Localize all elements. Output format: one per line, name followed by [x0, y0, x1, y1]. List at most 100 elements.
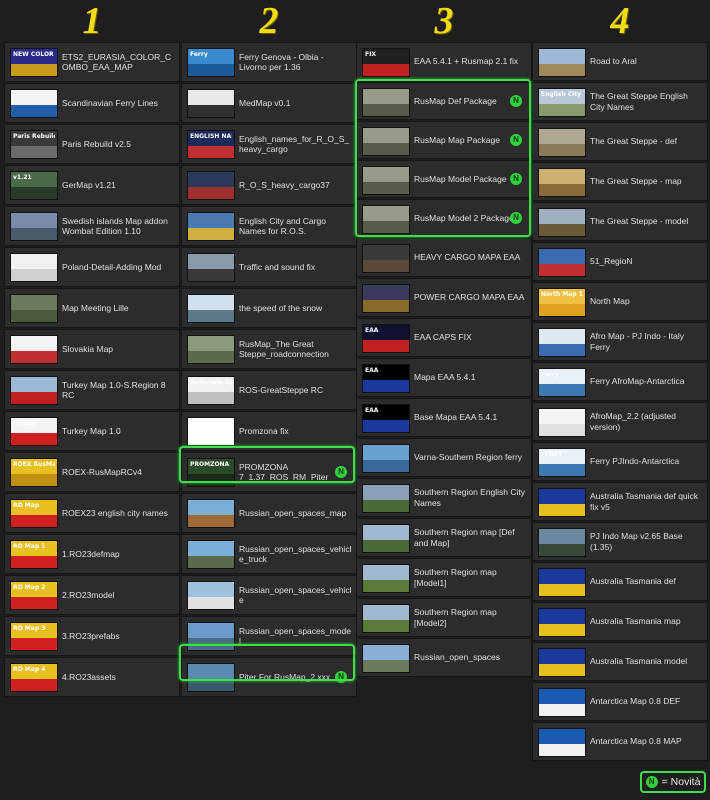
mod-list-item[interactable]: Varna-Southern Region ferry — [356, 438, 532, 477]
mod-list-item[interactable]: Antarctica Map 0.8 DEF — [532, 682, 708, 721]
mod-list-item[interactable]: Nationale Ogoore Steppe ROS-GreatSteppe R… — [181, 370, 357, 410]
mod-thumbnail-image — [538, 648, 586, 677]
mod-list-item[interactable]: Southern Region map [Model1] — [356, 558, 532, 597]
new-badge-icon: N — [510, 95, 522, 107]
mod-list-item[interactable]: R_O_S_heavy_cargo37 — [181, 165, 357, 205]
mod-list-item[interactable]: Map Meeting Lille — [4, 288, 180, 328]
mod-thumbnail-image — [362, 604, 410, 633]
mod-list-item[interactable]: English City Names The Great Steppe Engli… — [532, 82, 708, 121]
mod-list-item[interactable]: Antarctica Map 0.8 MAP — [532, 722, 708, 761]
mod-list-item[interactable]: Australia Tasmania def — [532, 562, 708, 601]
mod-list-item[interactable]: Australia Tasmania def quick fix v5 — [532, 482, 708, 521]
mod-list-item[interactable]: The Great Steppe - def — [532, 122, 708, 161]
mod-list-item[interactable]: Russian_open_spaces_vehicle_truck — [181, 534, 357, 574]
mod-list-item[interactable]: The Great Steppe - model — [532, 202, 708, 241]
mod-list-item[interactable]: the speed of the snow — [181, 288, 357, 328]
mod-list-item[interactable]: North Map 1.7 North Map — [532, 282, 708, 321]
mod-list-item[interactable]: Southern Region map [Model2] — [356, 598, 532, 637]
mod-name: Russian_open_spaces_vehicle — [239, 584, 352, 606]
mod-list-item[interactable]: PJ Indo Map v2.65 Base (1.35) — [532, 522, 708, 561]
mod-thumbnail-image — [10, 212, 58, 241]
new-badge-icon: N — [335, 671, 347, 683]
mod-list-item[interactable]: Australia Tasmania map — [532, 602, 708, 641]
mod-list-item[interactable]: Russian_open_spaces — [356, 638, 532, 677]
mod-list-item[interactable]: RusMap Model 2 Package N — [356, 199, 532, 237]
mod-list-item[interactable]: Southern Region English City Names — [356, 478, 532, 517]
mod-list-item[interactable]: POWER CARGO MAPA EAA — [356, 278, 532, 317]
mod-thumbnail-image — [362, 444, 410, 473]
mod-name: AfroMap_2.2 (adjusted version) — [590, 411, 676, 432]
mod-name: GerMap v1.21 — [62, 179, 116, 190]
mod-list-item[interactable]: Paris Rebuild v2.5 Paris Rebuild v2.5 — [4, 124, 180, 164]
mod-list-item[interactable]: RusMap Map Package N — [356, 121, 532, 159]
mod-thumbnail-image — [187, 253, 235, 282]
mod-list-item[interactable]: Russian_open_spaces_vehicle — [181, 575, 357, 615]
mod-name: Australia Tasmania def — [590, 576, 676, 587]
mod-list-item[interactable]: Slovakia Map — [4, 329, 180, 369]
mod-list-item[interactable]: Southern Region map [Def and Map] — [356, 518, 532, 557]
mod-list-item[interactable]: Ferry Ferry AfroMap-Antarctica — [532, 362, 708, 401]
mod-list-item[interactable]: EAA Base Mapa EAA 5.4.1 — [356, 398, 532, 437]
thumbnail-caption: North Map 1.7 — [541, 291, 583, 298]
mod-name: Swedish islands Map addon Wombat Edition… — [62, 215, 168, 237]
mod-list-item[interactable]: v1.21 GerMap v1.21 — [4, 165, 180, 205]
mod-list-item[interactable]: The Great Steppe - map — [532, 162, 708, 201]
mod-thumbnail-image — [538, 528, 586, 557]
mod-thumbnail-image: Turkey — [10, 417, 58, 446]
mod-list-item[interactable]: 51_RegioN — [532, 242, 708, 281]
mod-name: English City and Cargo Names for R.O.S. — [239, 215, 326, 237]
mod-list-item[interactable]: FIX EAA 5.4.1 + Rusmap 2.1 fix — [356, 42, 532, 81]
mod-list-item[interactable]: NEW COLOR ETS2_EURASIA_COLOR_COMBO_EAA_MA… — [4, 42, 180, 82]
column-number-3: 3 — [434, 0, 454, 42]
mod-list-item[interactable]: RO Map 4 4.RO23assets — [4, 657, 180, 697]
mod-list-item[interactable]: English City and Cargo Names for R.O.S. — [181, 206, 357, 246]
mod-list-item[interactable]: Turkey Turkey Map 1.0 — [4, 411, 180, 451]
mod-thumbnail-image: PROMZONA — [187, 458, 235, 487]
mod-list-item[interactable]: MedMap v0.1 — [181, 83, 357, 123]
mod-name: Ferry PJIndo-Antarctica — [590, 456, 680, 467]
mod-list-item[interactable]: Russian_open_spaces_map — [181, 493, 357, 533]
mod-thumbnail-image — [362, 166, 410, 195]
mod-list-item[interactable]: RO Map ROEX23 english city names — [4, 493, 180, 533]
mod-list-item[interactable]: Poland-Detail-Adding Mod — [4, 247, 180, 287]
mod-list-item[interactable]: Australia Tasmania model — [532, 642, 708, 681]
thumbnail-caption: ROEX RusMap — [13, 461, 55, 468]
thumbnail-caption: EAA — [365, 327, 379, 334]
mod-list-item[interactable]: HEAVY CARGO MAPA EAA — [356, 238, 532, 277]
mod-name: RusMap_The Great Steppe_roadconnection — [239, 338, 329, 360]
mod-list-item[interactable]: Russian_open_spaces_model — [181, 616, 357, 656]
mod-list-item[interactable]: Traffic and sound fix — [181, 247, 357, 287]
mod-list-item[interactable]: ENGLISH NAMES English_names_for_R_O_S_hea… — [181, 124, 357, 164]
mod-list-item[interactable]: Piter For RusMap_2.xxx N — [181, 657, 357, 697]
mod-list-item[interactable]: EAA Mapa EAA 5.4.1 — [356, 358, 532, 397]
mod-thumbnail-image — [362, 127, 410, 156]
mod-list-item[interactable]: RO Map 3 3.RO23prefabs — [4, 616, 180, 656]
mod-thumbnail-image: English City Names — [538, 88, 586, 117]
mod-name: 1.RO23defmap — [62, 548, 120, 559]
mod-list-item[interactable]: Turkey Map 1.0-S.Region 8 RC — [4, 370, 180, 410]
mod-list-item[interactable]: Road to Aral — [532, 42, 708, 81]
mod-list-item[interactable]: FERRY Ferry PJIndo-Antarctica — [532, 442, 708, 481]
mod-list-item[interactable]: Afro Map - PJ Indo - Italy Ferry — [532, 322, 708, 361]
mod-list-item[interactable]: Ferry Ferry Genova - Olbia - Livorno per … — [181, 42, 357, 82]
mod-thumbnail-image: RO Map 2 — [10, 581, 58, 610]
mod-list-item[interactable]: promzona fix by WT Promzona fix — [181, 411, 357, 451]
thumbnail-caption: RO Map 1 — [13, 543, 46, 550]
mod-thumbnail-image: RO Map 1 — [10, 540, 58, 569]
mod-list-item[interactable]: Swedish islands Map addon Wombat Edition… — [4, 206, 180, 246]
mod-list-item[interactable]: AfroMap_2.2 (adjusted version) — [532, 402, 708, 441]
mod-list-item[interactable]: PROMZONA PROMZONA 7_1.37_ROS_RM_Piter N — [181, 452, 357, 492]
new-badge-icon: N — [335, 466, 347, 478]
mod-list-item[interactable]: RusMap Model Package N — [356, 160, 532, 198]
mod-list-item[interactable]: RusMap Def Package N — [356, 82, 532, 120]
mod-list-item[interactable]: Scandinavian Ferry Lines — [4, 83, 180, 123]
mod-thumbnail-image: RO Map — [10, 499, 58, 528]
mod-list-item[interactable]: ROEX RusMap ROEX-RusMapRCv4 — [4, 452, 180, 492]
mod-list-item[interactable]: EAA EAA CAPS FIX — [356, 318, 532, 357]
mod-list-item[interactable]: RusMap_The Great Steppe_roadconnection — [181, 329, 357, 369]
mod-thumbnail-image — [187, 622, 235, 651]
mod-list-item[interactable]: RO Map 2 2.RO23model — [4, 575, 180, 615]
mod-name: Ferry Genova - Olbia - Livorno per 1.36 — [239, 51, 324, 73]
thumbnail-caption: Nationale Ogoore Steppe — [190, 379, 232, 386]
mod-list-item[interactable]: RO Map 1 1.RO23defmap — [4, 534, 180, 574]
